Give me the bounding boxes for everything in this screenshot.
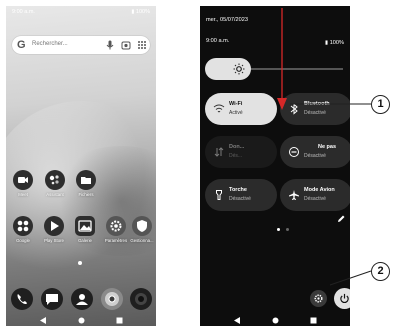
callout-2: 2 (371, 262, 390, 281)
red-arrow-head (277, 98, 287, 110)
callout-1: 1 (371, 95, 390, 114)
callout-2-leader (329, 270, 372, 286)
annotation-overlay (277, 8, 372, 286)
